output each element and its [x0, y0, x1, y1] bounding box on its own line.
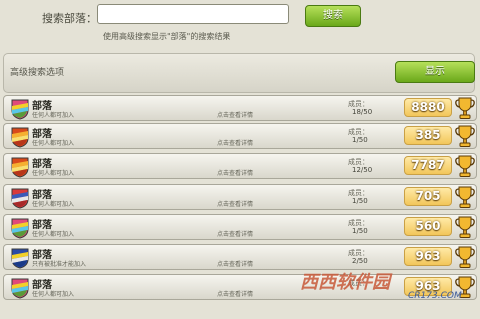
clan-row[interactable]: 部落 任何人都可加入 点击查看详情 成员： 18/50 8880 — [3, 95, 477, 121]
clan-members-count: 1/50 — [352, 197, 368, 205]
trophy-icon — [455, 246, 475, 268]
clan-detail-link[interactable]: 点击查看详情 — [217, 199, 253, 208]
clan-access: 任何人都可加入 — [32, 112, 75, 119]
clan-members-count: 1/50 — [352, 136, 368, 144]
clan-detail-link[interactable]: 点击查看详情 — [217, 110, 253, 119]
clan-row[interactable]: 部落 任何人都可加入 点击查看详情 成员： 1/50 560 — [3, 214, 477, 240]
clan-badge-icon — [11, 157, 29, 178]
clan-score: 7787 — [404, 156, 452, 175]
trophy-icon — [455, 155, 475, 177]
clan-access: 任何人都可加入 — [32, 291, 75, 298]
clan-members-count: 1/50 — [352, 227, 368, 235]
clan-row[interactable]: 部落 任何人都可加入 点击查看详情 成员： 12/50 7787 — [3, 153, 477, 179]
clan-row[interactable]: 部落 任何人都可加入 点击查看详情 成员： 963 — [3, 274, 477, 300]
clan-members-count: 2/50 — [352, 257, 368, 265]
search-clan-label: 搜索部落： — [42, 12, 97, 25]
clan-score: 385 — [404, 126, 452, 145]
watermark: 西西软件园 — [300, 272, 390, 293]
clan-access: 任何人都可加入 — [32, 231, 75, 238]
clan-detail-link[interactable]: 点击查看详情 — [217, 138, 253, 147]
clan-access: 只有被批准才能加入 — [32, 261, 87, 268]
clan-detail-link[interactable]: 点击查看详情 — [217, 168, 253, 177]
clan-members-count: 18/50 — [352, 108, 373, 116]
clan-score: 560 — [404, 217, 452, 236]
advanced-search-label: 高级搜索选项 — [10, 68, 65, 78]
clan-score: 705 — [404, 187, 452, 206]
trophy-icon — [455, 186, 475, 208]
watermark-sub: CR173.COM — [408, 291, 462, 301]
search-hint: 使用高级搜索显示"部落"的搜索结果 — [103, 32, 231, 41]
search-clan-input[interactable] — [97, 4, 289, 24]
clan-badge-icon — [11, 248, 29, 269]
clan-detail-link[interactable]: 点击查看详情 — [217, 229, 253, 238]
advanced-show-button[interactable]: 显示 — [395, 61, 475, 83]
clan-members-count: 12/50 — [352, 166, 373, 174]
trophy-icon — [455, 216, 475, 238]
clan-badge-icon — [11, 127, 29, 148]
clan-access: 任何人都可加入 — [32, 170, 75, 177]
clan-detail-link[interactable]: 点击查看详情 — [217, 289, 253, 298]
trophy-icon — [455, 97, 475, 119]
trophy-icon — [455, 125, 475, 147]
clan-score: 963 — [404, 247, 452, 266]
search-button[interactable]: 搜索 — [305, 5, 361, 27]
clan-row[interactable]: 部落 只有被批准才能加入 点击查看详情 成员： 2/50 963 — [3, 244, 477, 270]
clan-access: 任何人都可加入 — [32, 201, 75, 208]
clan-badge-icon — [11, 278, 29, 299]
clan-row[interactable]: 部落 任何人都可加入 点击查看详情 成员： 1/50 385 — [3, 123, 477, 149]
clan-badge-icon — [11, 99, 29, 120]
clan-detail-link[interactable]: 点击查看详情 — [217, 259, 253, 268]
clan-badge-icon — [11, 218, 29, 239]
clan-score: 8880 — [404, 98, 452, 117]
clan-access: 任何人都可加入 — [32, 140, 75, 147]
clan-badge-icon — [11, 188, 29, 209]
clan-row[interactable]: 部落 任何人都可加入 点击查看详情 成员： 1/50 705 — [3, 184, 477, 210]
